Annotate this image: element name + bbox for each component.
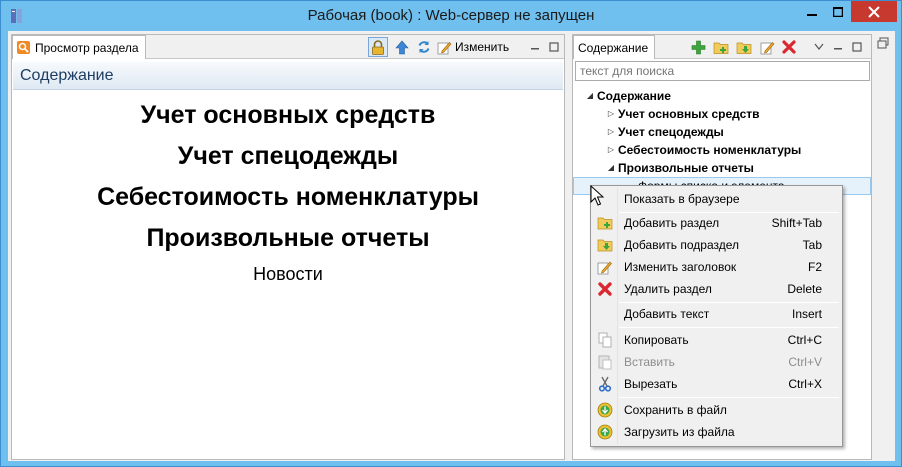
contents-tree: ◢ Содержание ▷ Учет основных средств ▷ У… xyxy=(573,87,871,195)
maximize-icon xyxy=(852,42,862,52)
add-section-button[interactable] xyxy=(689,37,707,57)
section-view-tabbar: Просмотр раздела Изменить xyxy=(12,35,564,59)
menu-separator xyxy=(619,397,839,398)
lock-button[interactable] xyxy=(368,37,388,57)
content-link-cost-price[interactable]: Себестоимость номенклатуры xyxy=(12,177,564,218)
menu-save-to-file[interactable]: Сохранить в файл xyxy=(593,399,840,421)
menu-cut[interactable]: Вырезать Ctrl+X xyxy=(593,373,840,395)
lock-icon xyxy=(372,39,384,55)
edit-pencil-icon xyxy=(760,41,774,54)
view-menu-button[interactable] xyxy=(812,37,826,57)
menu-add-subsection[interactable]: Добавить подраздел Tab xyxy=(593,234,840,256)
close-button[interactable] xyxy=(851,1,897,22)
scissors-icon xyxy=(598,376,612,392)
tree-root[interactable]: ◢ Содержание xyxy=(573,87,871,105)
panel-minimize-button[interactable] xyxy=(831,37,845,57)
load-globe-icon xyxy=(597,424,613,440)
folder-add-icon xyxy=(713,42,729,54)
expanded-arrow-icon[interactable]: ◢ xyxy=(606,159,616,177)
maximize-icon xyxy=(549,42,559,52)
window-title: Рабочая (book) : Web-сервер не запущен xyxy=(307,7,595,24)
maximize-button[interactable] xyxy=(825,1,851,22)
contents-tabbar: Содержание xyxy=(573,35,871,59)
collapsed-arrow-icon[interactable]: ▷ xyxy=(606,141,616,159)
edit-button-label: Изменить xyxy=(455,40,510,54)
minimize-button[interactable] xyxy=(798,1,825,22)
content-link-workwear[interactable]: Учет спецодежды xyxy=(12,136,564,177)
close-icon xyxy=(868,5,880,18)
move-up-button[interactable] xyxy=(393,37,411,57)
save-globe-icon xyxy=(597,402,613,418)
search-icon xyxy=(17,41,30,54)
copy-icon xyxy=(598,332,612,348)
search-input[interactable] xyxy=(575,61,870,81)
menu-add-section[interactable]: Добавить раздел Shift+Tab xyxy=(593,212,840,234)
menu-paste[interactable]: Вставить Ctrl+V xyxy=(593,351,840,373)
section-view-panel: Просмотр раздела Изменить Содержание Уче… xyxy=(11,34,565,460)
folder-down-icon xyxy=(597,239,613,252)
tab-section-view[interactable]: Просмотр раздела xyxy=(12,35,146,59)
delete-red-x-icon xyxy=(782,40,796,54)
paste-icon xyxy=(598,355,612,370)
menu-show-in-browser[interactable]: Показать в браузере xyxy=(593,188,840,210)
edit-pencil-icon xyxy=(597,261,612,275)
arrow-up-icon xyxy=(395,40,409,54)
maximize-icon xyxy=(833,6,843,17)
tree-item[interactable]: ◢ Произвольные отчеты xyxy=(573,159,871,177)
menu-load-from-file[interactable]: Загрузить из файла xyxy=(593,421,840,443)
menu-delete-section[interactable]: Удалить раздел Delete xyxy=(593,278,840,300)
context-menu: Показать в браузере Добавить раздел Shif… xyxy=(590,185,843,447)
chevron-down-icon xyxy=(814,43,824,50)
folder-add-icon xyxy=(597,217,613,230)
edit-pencil-icon xyxy=(437,41,452,54)
tab-contents-label: Содержание xyxy=(578,40,649,55)
panel-minimize-button[interactable] xyxy=(528,37,542,57)
title-bar[interactable]: Рабочая (book) : Web-сервер не запущен xyxy=(1,1,901,31)
folder-down-icon xyxy=(736,42,752,54)
refresh-button[interactable] xyxy=(415,37,433,57)
rename-button[interactable] xyxy=(757,37,777,57)
app-window: Рабочая (book) : Web-сервер не запущен П… xyxy=(0,0,902,467)
panel-maximize-button[interactable] xyxy=(850,37,864,57)
minimize-icon xyxy=(834,48,842,50)
add-folder-button[interactable] xyxy=(711,37,731,57)
menu-separator xyxy=(619,327,839,328)
expanded-arrow-icon[interactable]: ◢ xyxy=(585,87,595,105)
section-header-title: Содержание xyxy=(20,67,114,84)
tab-contents[interactable]: Содержание xyxy=(573,35,656,59)
edit-button[interactable]: Изменить xyxy=(437,37,521,57)
menu-rename[interactable]: Изменить заголовок F2 xyxy=(593,256,840,278)
collapsed-arrow-icon[interactable]: ▷ xyxy=(606,123,616,141)
tree-item[interactable]: ▷ Себестоимость номенклатуры xyxy=(573,141,871,159)
minimize-icon xyxy=(531,48,539,50)
menu-copy[interactable]: Копировать Ctrl+C xyxy=(593,329,840,351)
panel-maximize-button[interactable] xyxy=(547,37,561,57)
collapsed-arrow-icon[interactable]: ▷ xyxy=(606,105,616,123)
section-header: Содержание xyxy=(13,62,563,90)
content-link-fixed-assets[interactable]: Учет основных средств xyxy=(12,95,564,136)
section-content: Учет основных средств Учет спецодежды Се… xyxy=(12,95,564,289)
delete-section-button[interactable] xyxy=(780,37,798,57)
content-link-news[interactable]: Новости xyxy=(12,259,564,289)
minimize-icon xyxy=(806,13,817,16)
refresh-icon xyxy=(418,41,430,53)
delete-red-x-icon xyxy=(598,282,612,296)
content-link-custom-reports[interactable]: Произвольные отчеты xyxy=(12,218,564,259)
menu-add-text[interactable]: Добавить текст Insert xyxy=(593,303,840,325)
tab-section-view-label: Просмотр раздела xyxy=(35,40,139,55)
plus-green-icon xyxy=(691,40,705,54)
tree-item[interactable]: ▷ Учет спецодежды xyxy=(573,123,871,141)
tree-item[interactable]: ▷ Учет основных средств xyxy=(573,105,871,123)
add-subfolder-button[interactable] xyxy=(734,37,754,57)
mouse-cursor-icon xyxy=(590,185,604,206)
restore-panel-icon[interactable] xyxy=(877,37,889,49)
